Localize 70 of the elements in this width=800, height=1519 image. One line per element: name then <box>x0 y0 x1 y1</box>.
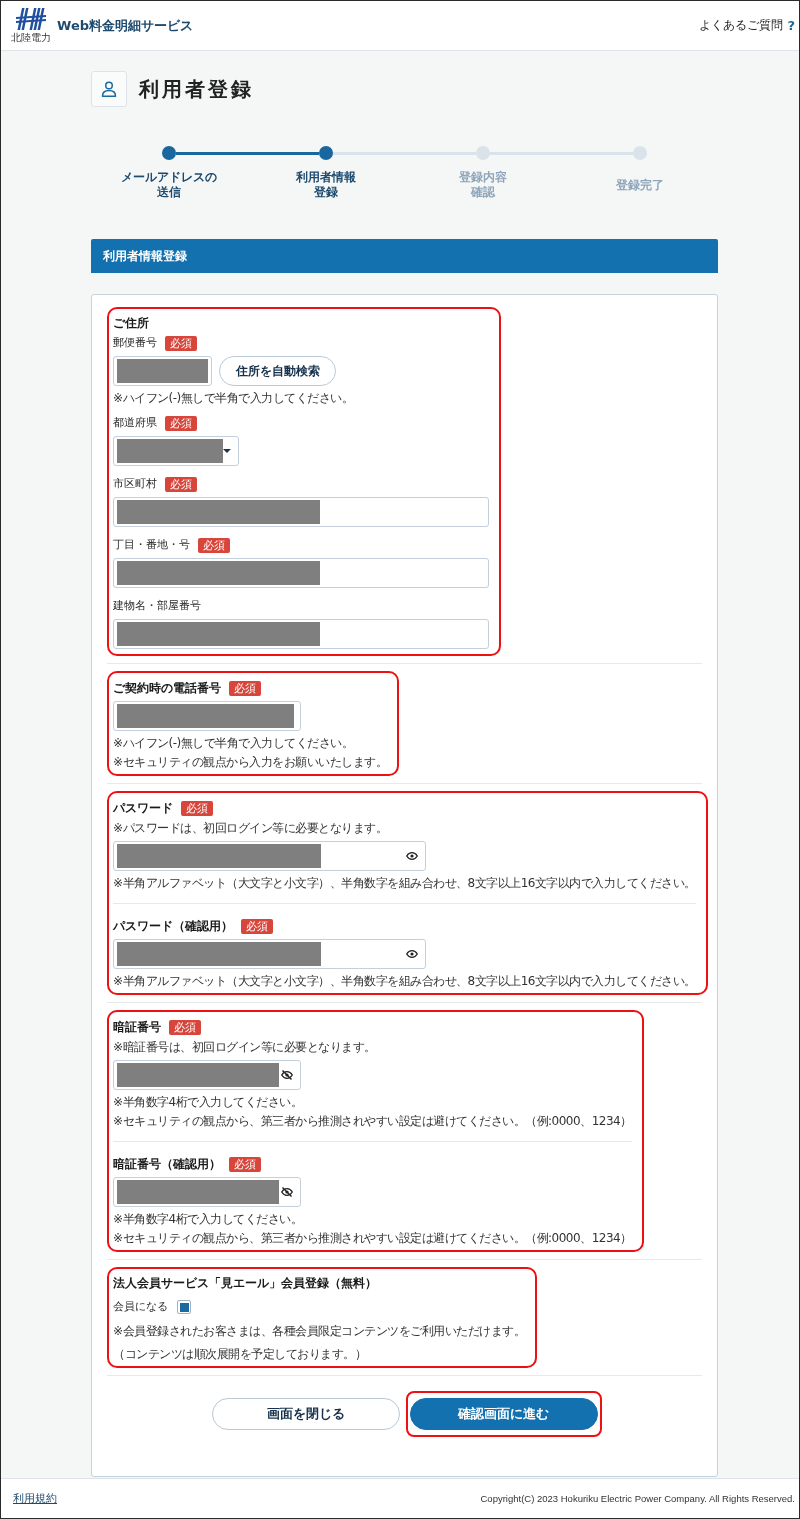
step-label: 確認 <box>470 185 495 200</box>
checkbox-label: 会員になる <box>113 1300 168 1314</box>
step-label: 利用者情報 <box>296 170 357 185</box>
address-search-button[interactable]: 住所を自動検索 <box>219 356 336 386</box>
hint-text: ※暗証番号は、初回ログイン等に必要となります。 <box>113 1040 377 1054</box>
note-text: ※会員登録されたお客さまは、各種会員限定コンテンツをご利用いただけます。 <box>113 1324 526 1338</box>
note-text: ※半角数字4桁で入力してください。 <box>113 1212 304 1226</box>
field-label: 市区町村 <box>113 477 157 491</box>
required-badge: 必須 <box>241 918 273 934</box>
faq-link[interactable]: よくあるご質問 ? <box>699 17 795 34</box>
company-name-text: 北陸電力 <box>11 32 51 43</box>
required-badge: 必須 <box>198 537 230 553</box>
required-badge: 必須 <box>229 1156 261 1172</box>
required-badge: 必須 <box>229 680 261 696</box>
required-badge: 必須 <box>169 1019 201 1035</box>
password-input-field[interactable] <box>113 939 426 969</box>
field-label: 丁目・番地・号 <box>113 538 190 552</box>
note-text: ※セキュリティの観点から、第三者から推測されやすい設定は避けてください。（例:0000、1234） <box>113 1231 632 1245</box>
required-badge: 必須 <box>165 476 197 492</box>
section-heading: 法人会員サービス「見エール」会員登録（無料） <box>113 1276 378 1291</box>
note-text: ※セキュリティの観点から入力をお願いいたします。 <box>113 755 388 769</box>
field-label: 都道府県 <box>113 416 157 430</box>
field-label: パスワード <box>113 801 173 815</box>
section-heading: ご住所 <box>113 316 150 331</box>
field-label: パスワード（確認用） <box>113 919 233 933</box>
eye-icon[interactable] <box>406 852 418 860</box>
step-label: 登録完了 <box>615 177 664 193</box>
step-label: 登録内容 <box>458 170 507 185</box>
proceed-button[interactable]: 確認画面に進む <box>409 1398 598 1430</box>
phone-input-field[interactable] <box>113 701 301 731</box>
required-badge: 必須 <box>181 800 213 816</box>
step-label: 登録 <box>314 185 339 200</box>
help-icon: ? <box>787 18 795 33</box>
eye-slash-icon[interactable] <box>281 1070 293 1080</box>
logo-icon <box>16 8 46 30</box>
required-badge: 必須 <box>165 415 197 431</box>
text-input-field[interactable] <box>113 619 489 649</box>
field-label: 暗証番号（確認用） <box>113 1157 221 1171</box>
note-text: ※半角アルファベット（大文字と小文字）、半角数字を組み合わせ、8文字以上16文字以内で入力してください。 <box>113 876 696 890</box>
user-icon <box>91 71 127 107</box>
service-title: Web料金明細サービス <box>57 16 193 35</box>
field-label: 建物名・部屋番号 <box>113 599 201 613</box>
required-badge: 必須 <box>165 335 197 351</box>
text-input-field[interactable] <box>113 558 489 588</box>
close-button[interactable]: 画面を閉じる <box>211 1398 400 1430</box>
hint-text: ※パスワードは、初回ログイン等に必要となります。 <box>113 821 389 835</box>
caret-icon <box>223 449 231 453</box>
section-header: 利用者情報登録 <box>91 239 718 273</box>
field-label: ご契約時の電話番号 <box>113 681 221 695</box>
password-input-field[interactable] <box>113 841 426 871</box>
pin-input-field[interactable] <box>113 1177 301 1207</box>
step-label: 送信 <box>157 185 182 200</box>
note-text: ※ハイフン(-)無しで半角で入力してください。 <box>113 391 355 405</box>
note-text: ※半角アルファベット（大文字と小文字）、半角数字を組み合わせ、8文字以上16文字以内で入力してください。 <box>113 974 696 988</box>
terms-link[interactable]: 利用規約 <box>13 1491 57 1506</box>
eye-icon[interactable] <box>406 950 418 958</box>
eye-slash-icon[interactable] <box>281 1187 293 1197</box>
page-title: 利用者登録 <box>139 76 254 102</box>
step-label: メールアドレスの <box>121 170 218 185</box>
note-text: ※ハイフン(-)無しで半角で入力してください。 <box>113 736 355 750</box>
copyright-text: Copyright(C) 2023 Hokuriku Electric Power Company. All Rights Reserved. <box>480 1493 795 1504</box>
note-text: （コンテンツは順次展開を予定しております。） <box>113 1347 367 1361</box>
dropdown-field[interactable] <box>113 436 239 466</box>
note-text: ※半角数字4桁で入力してください。 <box>113 1095 304 1109</box>
field-label: 郵便番号 <box>113 336 157 350</box>
pin-input-field[interactable] <box>113 1060 301 1090</box>
note-text: ※セキュリティの観点から、第三者から推測されやすい設定は避けてください。（例:0000、1234） <box>113 1114 632 1128</box>
text-input-field[interactable] <box>113 497 489 527</box>
field-label: 暗証番号 <box>113 1020 161 1034</box>
checkbox[interactable] <box>177 1300 191 1314</box>
